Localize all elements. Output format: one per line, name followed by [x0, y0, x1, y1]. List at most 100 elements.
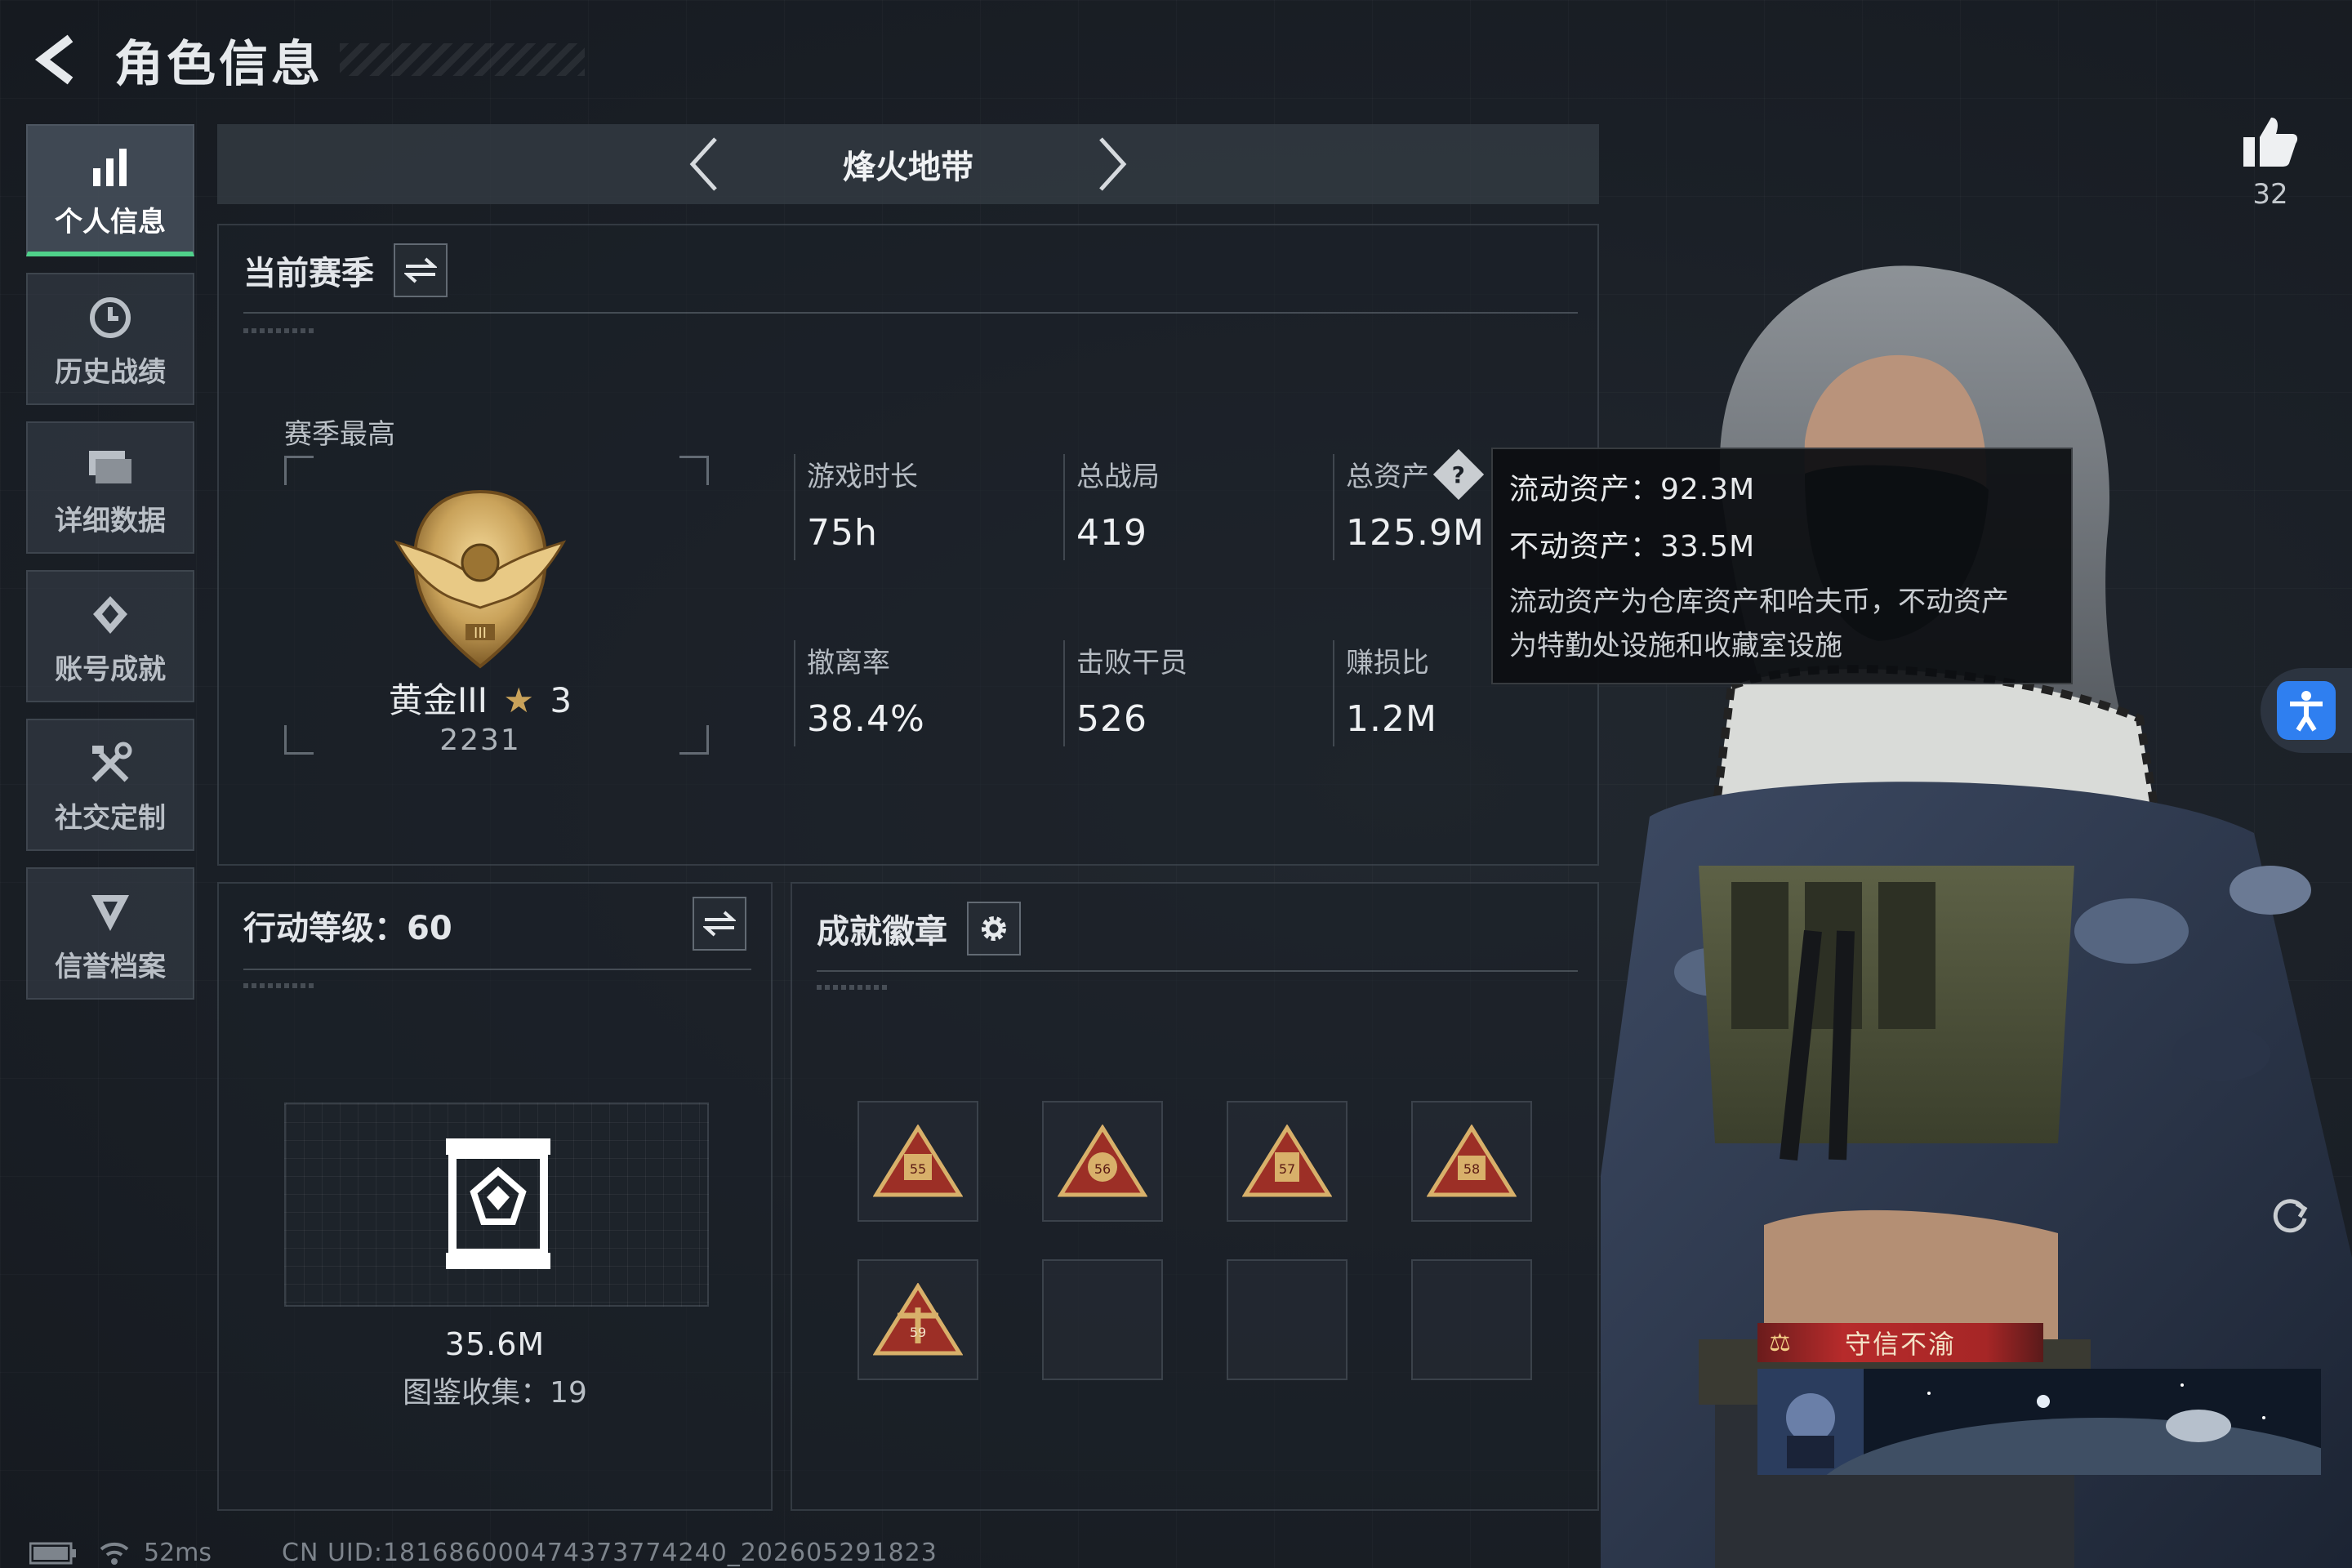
operator-illustration: [1601, 265, 2352, 1568]
rotate-model-button[interactable]: [2261, 1186, 2318, 1243]
bar-chart-icon: [90, 139, 131, 196]
frame-corner: [284, 456, 314, 485]
stat-total-matches: 总战局 419: [1063, 454, 1160, 560]
collection-card[interactable]: [284, 1102, 709, 1307]
gear-icon: [982, 916, 1006, 941]
display-case-icon: [446, 1138, 550, 1269]
ping-value: 52ms: [144, 1539, 212, 1567]
stat-label-text: 总资产: [1346, 461, 1429, 493]
frame-corner: [679, 456, 709, 485]
side-nav: 个人信息 历史战绩 详细数据 账号成就 社交定制 信誉档案: [26, 124, 194, 1016]
character-model[interactable]: [1601, 196, 2352, 1568]
svg-text:III: III: [474, 625, 487, 642]
nav-item-history[interactable]: 历史战绩: [26, 273, 194, 405]
swap-icon: [703, 911, 736, 937]
badge-slot[interactable]: 57: [1227, 1101, 1348, 1222]
rotate-icon: [2273, 1199, 2308, 1233]
stat-total-assets: 总资产 ? 125.9M: [1333, 448, 1485, 560]
divider-dots: [243, 328, 317, 333]
stat-value: 419: [1076, 512, 1147, 554]
badge-slot-empty[interactable]: [1227, 1259, 1348, 1380]
stat-label: 赚损比: [1346, 647, 1429, 679]
badge-triangle-icon: 56: [1058, 1125, 1147, 1197]
badge-slot[interactable]: 58: [1411, 1101, 1532, 1222]
stat-kills: 击败干员 526: [1063, 640, 1187, 746]
badge-slot[interactable]: 55: [858, 1101, 978, 1222]
tooltip-desc-line: 流动资产为仓库资产和哈夫币，不动资产: [1509, 586, 2009, 618]
header: 角色信息: [24, 23, 585, 96]
divider-dots: [243, 983, 317, 988]
level-switch-button[interactable]: [693, 897, 746, 951]
divider-dots: [817, 985, 890, 990]
season-switch-button[interactable]: [394, 243, 448, 297]
tooltip-fixed: 不动资产：33.5M: [1509, 530, 1756, 564]
mode-title: 烽火地带: [843, 149, 973, 186]
back-button[interactable]: [24, 27, 90, 92]
collection-value: 35.6M: [444, 1326, 546, 1362]
status-footer: 52ms CN UID:18168600047437377424​0_20260…: [29, 1539, 938, 1567]
history-clock-icon: [88, 289, 132, 346]
stat-profit-ratio: 赚损比 1.2M: [1333, 640, 1437, 746]
season-title: 当前赛季: [243, 255, 374, 292]
chevron-right-icon: [1099, 137, 1127, 191]
like-count: 32: [2252, 178, 2288, 211]
thumbs-up-icon: [2243, 118, 2298, 167]
accessibility-button[interactable]: [2261, 668, 2352, 753]
frame-corner: [284, 725, 314, 755]
mode-prev-button[interactable]: [671, 131, 737, 197]
stat-value: 75h: [807, 512, 878, 554]
badge-settings-button[interactable]: [967, 902, 1021, 956]
space-banner-image: [1757, 1369, 2321, 1475]
rank-name-text: 黄金III: [388, 680, 488, 720]
user-uid: CN UID:18168600047437377424​0_2026052918…: [282, 1539, 938, 1567]
nav-item-social[interactable]: 社交定制: [26, 719, 194, 851]
nav-label: 账号成就: [55, 653, 166, 686]
title-decoration: [340, 43, 585, 76]
badge-triangle-icon: 57: [1242, 1125, 1332, 1197]
nav-item-reputation[interactable]: 信誉档案: [26, 867, 194, 1000]
badge-slot[interactable]: 56: [1042, 1101, 1163, 1222]
nav-label: 社交定制: [55, 801, 166, 835]
stat-label: 总资产 ?: [1346, 448, 1485, 500]
svg-text:57: 57: [1279, 1161, 1295, 1177]
chevron-left-icon: [689, 137, 717, 191]
badge-triangle-icon: 58: [1427, 1125, 1517, 1197]
profile-banner[interactable]: [1757, 1369, 2321, 1475]
stat-extract-rate: 撤离率 38.4%: [794, 640, 925, 746]
rank-name: 黄金III ★ 3: [341, 673, 619, 723]
nav-item-personal-info[interactable]: 个人信息: [26, 124, 194, 256]
badge-triangle-icon: 59: [873, 1283, 963, 1356]
stat-value: 526: [1076, 698, 1147, 740]
collection-count: 图鉴收集：19: [403, 1376, 587, 1410]
divider: [243, 312, 1578, 314]
season-best-label: 赛季最高: [284, 418, 395, 451]
battery-icon: [29, 1542, 76, 1564]
player-title-plate: ⚖ 守信不渝: [1757, 1323, 2043, 1362]
scales-icon: ⚖: [1769, 1328, 1791, 1357]
nav-label: 历史战绩: [55, 355, 166, 389]
page-title: 角色信息: [114, 35, 323, 93]
like-button[interactable]: 32: [2238, 114, 2303, 211]
assets-tooltip: 流动资产：92.3M 不动资产：33.5M 流动资产为仓库资产和哈夫币，不动资产…: [1491, 448, 2073, 684]
rank-stars: 3: [550, 680, 572, 720]
stat-label: 游戏时长: [807, 461, 918, 493]
help-icon[interactable]: ?: [1432, 448, 1485, 500]
frame-corner: [679, 725, 709, 755]
swap-icon: [404, 257, 437, 283]
level-title: 行动等级：60: [243, 910, 452, 947]
badge-slot[interactable]: 59: [858, 1259, 978, 1380]
level-panel: 行动等级：60 35.6M 图鉴收集：19: [217, 882, 773, 1511]
mode-next-button[interactable]: [1080, 131, 1145, 197]
season-panel-header: 当前赛季: [243, 243, 448, 297]
nav-item-details[interactable]: 详细数据: [26, 421, 194, 554]
svg-text:55: 55: [910, 1161, 926, 1177]
badge-triangle-icon: 55: [873, 1125, 963, 1197]
accessibility-icon: [2277, 681, 2336, 740]
badge-slot-empty[interactable]: [1411, 1259, 1532, 1380]
nav-item-achievements[interactable]: 账号成就: [26, 570, 194, 702]
nav-label: 信誉档案: [55, 950, 166, 983]
badge-slot-empty[interactable]: [1042, 1259, 1163, 1380]
nav-label: 个人信息: [55, 205, 166, 238]
back-arrow-icon: [34, 34, 74, 85]
level-panel-header: 行动等级：60: [243, 902, 746, 949]
